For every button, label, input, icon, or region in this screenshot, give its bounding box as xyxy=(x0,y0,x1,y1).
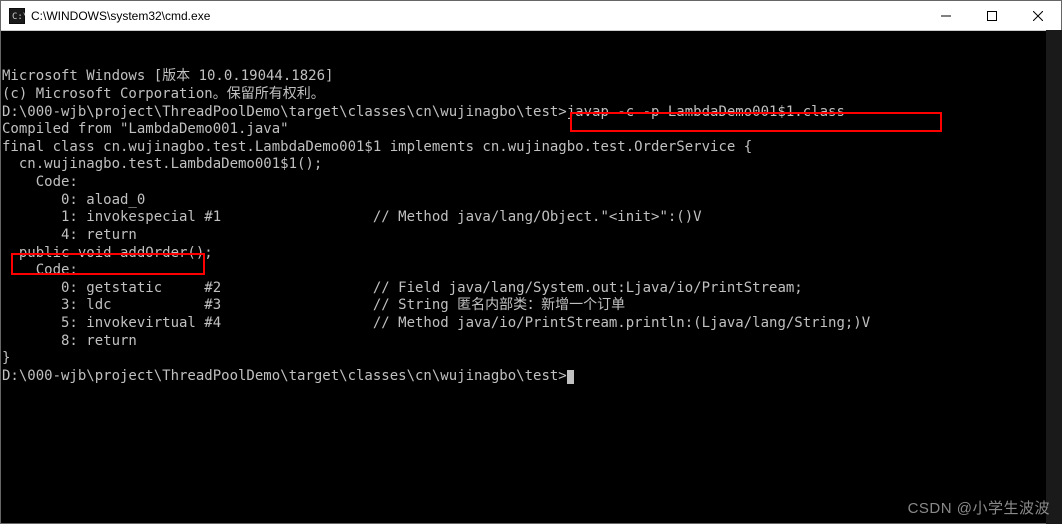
terminal-line: cn.wujinagbo.test.LambdaDemo001$1(); xyxy=(2,156,1060,174)
terminal-line: 8: return xyxy=(2,333,1060,351)
terminal-line: 0: aload_0 xyxy=(2,192,1060,210)
window-controls xyxy=(923,1,1061,30)
maximize-button[interactable] xyxy=(969,1,1015,31)
terminal-line: D:\000-wjb\project\ThreadPoolDemo\target… xyxy=(2,368,1060,386)
terminal-line: 4: return xyxy=(2,227,1060,245)
terminal-line: (c) Microsoft Corporation。保留所有权利。 xyxy=(2,86,1060,104)
terminal-line: } xyxy=(2,350,1060,368)
terminal-line: public void addOrder(); xyxy=(2,245,1060,263)
terminal-line: 1: invokespecial #1 // Method java/lang/… xyxy=(2,209,1060,227)
terminal-line: Compiled from "LambdaDemo001.java" xyxy=(2,121,1060,139)
minimize-button[interactable] xyxy=(923,1,969,31)
terminal-line: Code: xyxy=(2,174,1060,192)
close-button[interactable] xyxy=(1015,1,1061,31)
terminal-line: Code: xyxy=(2,262,1060,280)
scrollbar[interactable] xyxy=(1046,30,1062,524)
terminal-line: Microsoft Windows [版本 10.0.19044.1826] xyxy=(2,68,1060,86)
terminal-output[interactable]: Microsoft Windows [版本 10.0.19044.1826](c… xyxy=(1,31,1061,523)
terminal-line: D:\000-wjb\project\ThreadPoolDemo\target… xyxy=(2,104,1060,122)
terminal-line: 0: getstatic #2 // Field java/lang/Syste… xyxy=(2,280,1060,298)
terminal-line: final class cn.wujinagbo.test.LambdaDemo… xyxy=(2,139,1060,157)
titlebar[interactable]: C:\ C:\WINDOWS\system32\cmd.exe xyxy=(1,1,1061,31)
cursor xyxy=(567,370,574,384)
cmd-icon: C:\ xyxy=(9,8,25,24)
svg-text:C:\: C:\ xyxy=(12,12,25,22)
terminal-line: 3: ldc #3 // String 匿名内部类：新增一个订单 xyxy=(2,297,1060,315)
cmd-window: C:\ C:\WINDOWS\system32\cmd.exe Microsof… xyxy=(0,0,1062,524)
window-title: C:\WINDOWS\system32\cmd.exe xyxy=(31,9,923,23)
terminal-line: 5: invokevirtual #4 // Method java/io/Pr… xyxy=(2,315,1060,333)
